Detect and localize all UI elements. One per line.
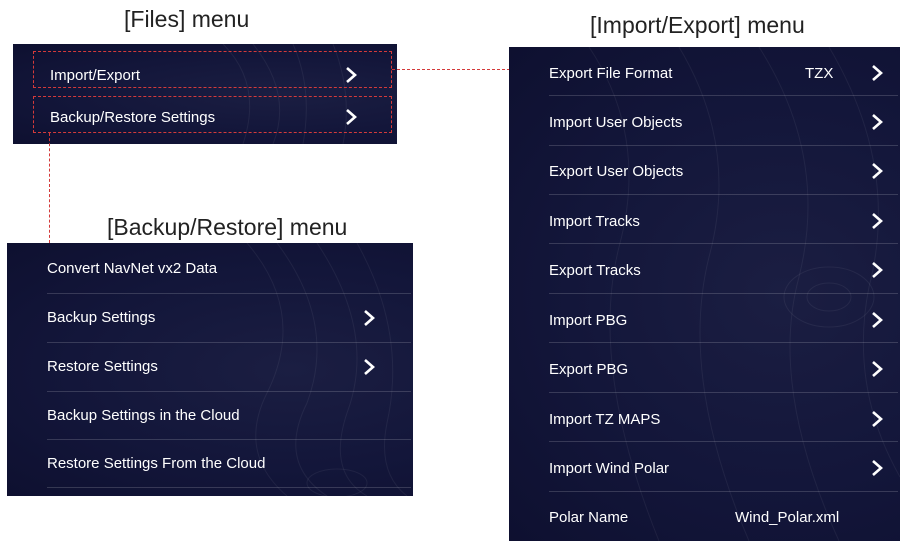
divider	[549, 441, 898, 442]
backup-restore-menu-caption: [Backup/Restore] menu	[107, 214, 348, 240]
backup-item-backup-cloud[interactable]: Backup Settings in the Cloud	[7, 392, 413, 439]
ie-item-export-file-format[interactable]: Export File Format TZX	[509, 51, 900, 95]
ie-item-label: Import User Objects	[549, 113, 683, 131]
callout-connector-backup-restore	[49, 133, 50, 243]
backup-item-label: Convert NavNet vx2 Data	[47, 260, 218, 277]
backup-item-label: Restore Settings	[47, 358, 158, 375]
backup-item-backup-settings[interactable]: Backup Settings	[7, 294, 413, 341]
ie-item-label: Import PBG	[549, 311, 628, 329]
ie-item-label: Export File Format	[549, 64, 673, 82]
chevron-right-icon	[364, 309, 375, 326]
ie-item-label: Polar Name	[549, 508, 629, 526]
ie-item-import-tz-maps[interactable]: Import TZ MAPS	[509, 397, 900, 441]
divider	[549, 392, 898, 393]
ie-item-import-user-objects[interactable]: Import User Objects	[509, 100, 900, 144]
backup-item-label: Restore Settings From the Cloud	[47, 455, 266, 472]
import-export-menu-panel: Export File Format TZX Import User Objec…	[509, 47, 900, 541]
export-file-format-value: TZX	[805, 64, 834, 82]
ie-item-import-pbg[interactable]: Import PBG	[509, 298, 900, 342]
divider	[549, 293, 898, 294]
callout-connector-import-export	[392, 69, 510, 70]
backup-item-restore-settings[interactable]: Restore Settings	[7, 343, 413, 390]
ie-item-label: Export PBG	[549, 360, 629, 378]
backup-item-label: Backup Settings in the Cloud	[47, 407, 240, 424]
ie-item-export-pbg[interactable]: Export PBG	[509, 347, 900, 391]
divider	[549, 95, 898, 96]
callout-box-backup-restore	[33, 96, 392, 133]
divider	[47, 487, 411, 488]
chevron-right-icon	[364, 358, 375, 375]
chevron-right-icon	[872, 361, 883, 377]
chevron-right-icon	[872, 312, 883, 328]
ie-item-label: Export Tracks	[549, 261, 641, 279]
chevron-right-icon	[872, 411, 883, 427]
backup-item-label: Backup Settings	[47, 309, 156, 326]
divider	[549, 342, 898, 343]
chevron-right-icon	[872, 213, 883, 229]
chevron-right-icon	[872, 262, 883, 278]
divider	[549, 491, 898, 492]
ie-item-label: Import TZ MAPS	[549, 410, 661, 428]
ie-item-polar-name[interactable]: Polar Name Wind_Polar.xml	[509, 495, 900, 539]
callout-box-import-export	[33, 51, 392, 88]
divider	[549, 145, 898, 146]
ie-item-import-tracks[interactable]: Import Tracks	[509, 199, 900, 243]
polar-name-value: Wind_Polar.xml	[735, 508, 840, 526]
backup-item-restore-cloud[interactable]: Restore Settings From the Cloud	[7, 440, 413, 487]
ie-item-import-wind-polar[interactable]: Import Wind Polar	[509, 446, 900, 490]
backup-restore-menu-panel: Convert NavNet vx2 Data Backup Settings …	[7, 243, 413, 496]
chevron-right-icon	[872, 114, 883, 130]
ie-item-label: Import Tracks	[549, 212, 640, 230]
backup-item-convert-navnet[interactable]: Convert NavNet vx2 Data	[7, 245, 413, 292]
ie-item-label: Import Wind Polar	[549, 459, 670, 477]
chevron-right-icon	[872, 163, 883, 179]
chevron-right-icon	[872, 65, 883, 81]
ie-item-export-user-objects[interactable]: Export User Objects	[509, 149, 900, 193]
divider	[549, 194, 898, 195]
divider	[549, 243, 898, 244]
chevron-right-icon	[872, 460, 883, 476]
import-export-menu-caption: [Import/Export] menu	[590, 12, 805, 38]
ie-item-export-tracks[interactable]: Export Tracks	[509, 248, 900, 292]
files-menu-caption: [Files] menu	[124, 6, 250, 32]
ie-item-label: Export User Objects	[549, 162, 684, 180]
